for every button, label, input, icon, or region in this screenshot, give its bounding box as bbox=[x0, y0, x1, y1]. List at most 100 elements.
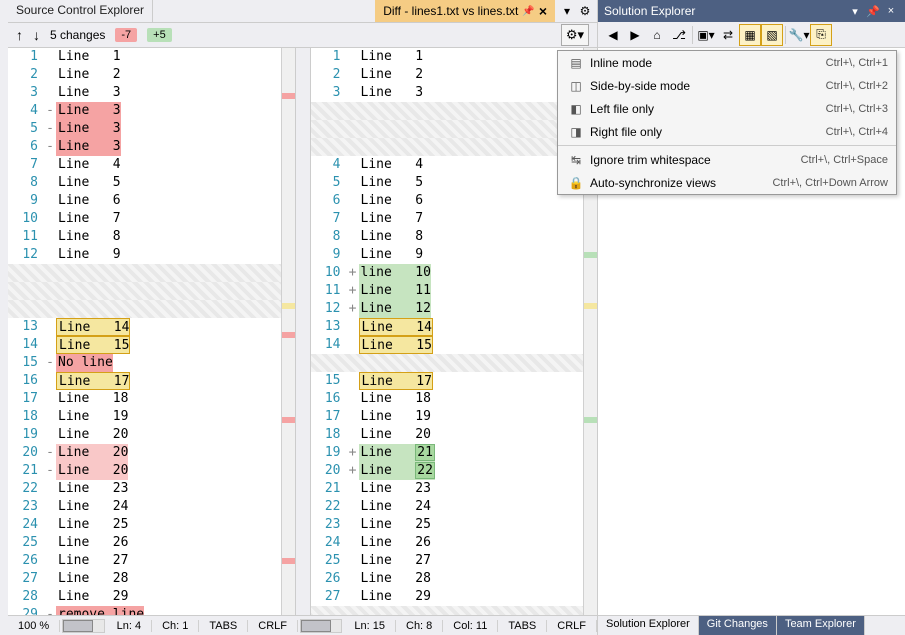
code-line[interactable] bbox=[8, 264, 281, 282]
code-line[interactable]: 10+line 10 bbox=[311, 264, 584, 282]
code-line[interactable]: 6Line 6 bbox=[311, 192, 584, 210]
code-line[interactable]: 7Line 4 bbox=[8, 156, 281, 174]
code-line[interactable]: 2Line 2 bbox=[8, 66, 281, 84]
code-line[interactable] bbox=[311, 138, 584, 156]
code-line[interactable]: 19+Line 21 bbox=[311, 444, 584, 462]
code-line[interactable]: 1Line 1 bbox=[8, 48, 281, 66]
se-toolbar-button[interactable]: ▣▾ bbox=[695, 24, 717, 46]
code-line[interactable]: 28Line 29 bbox=[8, 588, 281, 606]
pin-icon[interactable]: 📌 bbox=[522, 6, 534, 17]
code-line[interactable]: 21Line 23 bbox=[311, 480, 584, 498]
code-line[interactable]: 9Line 9 bbox=[311, 246, 584, 264]
code-line[interactable]: 10Line 7 bbox=[8, 210, 281, 228]
left-diff-pane[interactable]: 1Line 12Line 23Line 34-Line 35-Line 36-L… bbox=[8, 48, 281, 615]
code-line[interactable] bbox=[8, 282, 281, 300]
code-line[interactable] bbox=[311, 354, 584, 372]
code-line[interactable]: 29-remove line bbox=[8, 606, 281, 615]
active-document-tab[interactable]: Diff - lines1.txt vs lines.txt 📌 × bbox=[375, 0, 555, 22]
code-line[interactable]: 20-Line 20 bbox=[8, 444, 281, 462]
code-line[interactable]: 8Line 8 bbox=[311, 228, 584, 246]
menu-item[interactable]: 🔒Auto-synchronize viewsCtrl+\, Ctrl+Down… bbox=[558, 171, 896, 194]
se-toolbar-button[interactable]: ⎘ bbox=[810, 24, 832, 46]
pane-splitter[interactable] bbox=[295, 48, 311, 615]
code-line[interactable]: 27Line 29 bbox=[311, 588, 584, 606]
code-line[interactable]: 15-No line bbox=[8, 354, 281, 372]
code-line[interactable] bbox=[311, 102, 584, 120]
code-line[interactable]: 25Line 26 bbox=[8, 534, 281, 552]
right-tabs-indicator[interactable]: TABS bbox=[498, 620, 547, 632]
code-line[interactable] bbox=[8, 300, 281, 318]
code-line[interactable]: 19Line 20 bbox=[8, 426, 281, 444]
code-line[interactable] bbox=[311, 606, 584, 615]
code-line[interactable]: 7Line 7 bbox=[311, 210, 584, 228]
se-close-icon[interactable]: × bbox=[883, 5, 899, 18]
code-line[interactable]: 18Line 20 bbox=[311, 426, 584, 444]
code-line[interactable]: 23Line 25 bbox=[311, 516, 584, 534]
code-line[interactable]: 13Line 14 bbox=[8, 318, 281, 336]
code-line[interactable]: 24Line 26 bbox=[311, 534, 584, 552]
code-line[interactable]: 18Line 19 bbox=[8, 408, 281, 426]
se-toolbar-button[interactable]: ⌂ bbox=[646, 24, 668, 46]
zoom-level[interactable]: 100 % bbox=[8, 620, 60, 632]
code-line[interactable]: 27Line 28 bbox=[8, 570, 281, 588]
se-dropdown-icon[interactable]: ▾ bbox=[847, 5, 863, 18]
menu-item[interactable]: ◫Side-by-side modeCtrl+\, Ctrl+2 bbox=[558, 74, 896, 97]
se-toolbar-button[interactable]: ▧ bbox=[761, 24, 783, 46]
source-control-explorer-tab[interactable]: Source Control Explorer bbox=[8, 0, 153, 22]
code-line[interactable] bbox=[311, 120, 584, 138]
code-line[interactable]: 1Line 1 bbox=[311, 48, 584, 66]
code-line[interactable]: 5-Line 3 bbox=[8, 120, 281, 138]
code-line[interactable]: 11Line 8 bbox=[8, 228, 281, 246]
code-line[interactable]: 25Line 27 bbox=[311, 552, 584, 570]
code-line[interactable]: 12Line 9 bbox=[8, 246, 281, 264]
left-overview-ruler[interactable] bbox=[281, 48, 295, 615]
se-toolbar-button[interactable]: 🔧▾ bbox=[788, 24, 810, 46]
code-line[interactable]: 24Line 25 bbox=[8, 516, 281, 534]
tabs-gear-icon[interactable]: ⚙ bbox=[577, 3, 593, 19]
code-line[interactable]: 23Line 24 bbox=[8, 498, 281, 516]
tool-tab[interactable]: Team Explorer bbox=[777, 616, 865, 635]
code-line[interactable]: 14Line 15 bbox=[311, 336, 584, 354]
menu-item[interactable]: ◨Right file onlyCtrl+\, Ctrl+4 bbox=[558, 120, 896, 143]
code-line[interactable]: 16Line 18 bbox=[311, 390, 584, 408]
code-line[interactable]: 20+Line 22 bbox=[311, 462, 584, 480]
code-line[interactable]: 4Line 4 bbox=[311, 156, 584, 174]
code-line[interactable]: 26Line 28 bbox=[311, 570, 584, 588]
code-line[interactable]: 26Line 27 bbox=[8, 552, 281, 570]
se-toolbar-button[interactable]: ⇄ bbox=[717, 24, 739, 46]
code-line[interactable]: 22Line 23 bbox=[8, 480, 281, 498]
close-icon[interactable]: × bbox=[539, 3, 547, 19]
right-h-scroll[interactable] bbox=[300, 619, 342, 633]
left-h-scroll[interactable] bbox=[62, 619, 104, 633]
menu-item[interactable]: ↹Ignore trim whitespaceCtrl+\, Ctrl+Spac… bbox=[558, 148, 896, 171]
tool-tab[interactable]: Solution Explorer bbox=[598, 616, 699, 635]
left-tabs-indicator[interactable]: TABS bbox=[199, 620, 248, 632]
code-line[interactable]: 5Line 5 bbox=[311, 174, 584, 192]
code-line[interactable]: 11+Line 11 bbox=[311, 282, 584, 300]
code-line[interactable]: 3Line 3 bbox=[311, 84, 584, 102]
se-toolbar-button[interactable]: ▶ bbox=[624, 24, 646, 46]
code-line[interactable]: 3Line 3 bbox=[8, 84, 281, 102]
code-line[interactable]: 16Line 17 bbox=[8, 372, 281, 390]
code-line[interactable]: 12+Line 12 bbox=[311, 300, 584, 318]
menu-item[interactable]: ◧Left file onlyCtrl+\, Ctrl+3 bbox=[558, 97, 896, 120]
prev-diff-button[interactable]: ↑ bbox=[16, 27, 23, 43]
right-crlf-indicator[interactable]: CRLF bbox=[547, 620, 597, 632]
se-toolbar-button[interactable]: ⎇ bbox=[668, 24, 690, 46]
code-line[interactable]: 14Line 15 bbox=[8, 336, 281, 354]
code-line[interactable]: 8Line 5 bbox=[8, 174, 281, 192]
diff-settings-button[interactable]: ⚙▾ bbox=[561, 24, 589, 46]
code-line[interactable]: 15Line 17 bbox=[311, 372, 584, 390]
code-line[interactable]: 22Line 24 bbox=[311, 498, 584, 516]
left-crlf-indicator[interactable]: CRLF bbox=[248, 620, 298, 632]
se-toolbar-button[interactable]: ◀ bbox=[602, 24, 624, 46]
code-line[interactable]: 2Line 2 bbox=[311, 66, 584, 84]
tool-tab[interactable]: Git Changes bbox=[699, 616, 777, 635]
code-line[interactable]: 21-Line 20 bbox=[8, 462, 281, 480]
code-line[interactable]: 4-Line 3 bbox=[8, 102, 281, 120]
menu-item[interactable]: ▤Inline modeCtrl+\, Ctrl+1 bbox=[558, 51, 896, 74]
right-diff-pane[interactable]: 1Line 12Line 23Line 3 4Line 45Line 56Line… bbox=[311, 48, 584, 615]
code-line[interactable]: 17Line 18 bbox=[8, 390, 281, 408]
code-line[interactable]: 6-Line 3 bbox=[8, 138, 281, 156]
code-line[interactable]: 17Line 19 bbox=[311, 408, 584, 426]
